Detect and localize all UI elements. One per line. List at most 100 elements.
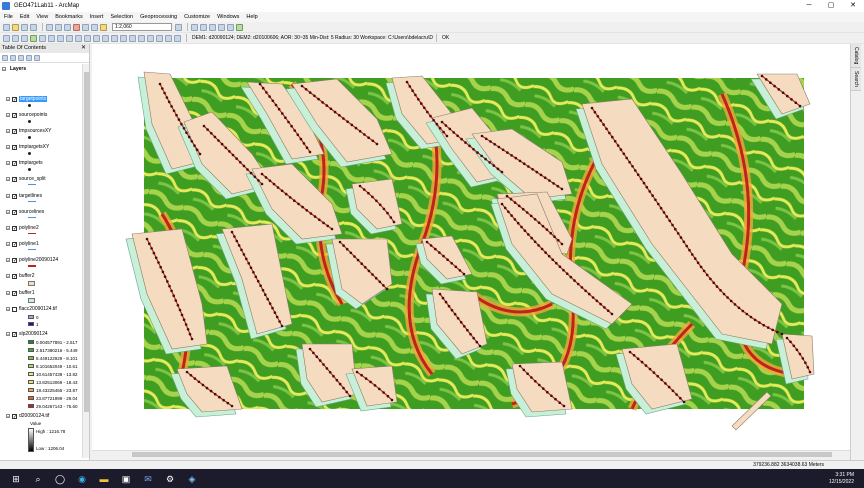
redo-icon[interactable] bbox=[91, 23, 98, 31]
layer-visibility-checkbox[interactable]: ✓ bbox=[12, 128, 17, 134]
find-icon[interactable] bbox=[138, 34, 145, 42]
toc-vertical-scrollbar[interactable] bbox=[82, 64, 89, 458]
search-window-icon[interactable] bbox=[218, 23, 225, 31]
model-builder-icon[interactable] bbox=[236, 23, 243, 31]
menu-windows[interactable]: Windows bbox=[217, 14, 239, 20]
menu-customize[interactable]: Customize bbox=[184, 14, 210, 20]
minimize-icon[interactable]: ─ bbox=[798, 0, 820, 12]
toc-layer-sourcelines[interactable]: ✓ sourcelines bbox=[12, 208, 44, 216]
toc-layer-polyline2[interactable]: ✓ polyline2 bbox=[12, 224, 39, 232]
zoom-in-icon[interactable] bbox=[3, 34, 10, 42]
back-extent-icon[interactable] bbox=[57, 34, 64, 42]
layer-visibility-checkbox[interactable]: ✓ bbox=[12, 273, 17, 279]
toc-layer-targetpoints[interactable]: ✓ targetpoints bbox=[12, 95, 48, 103]
ok-button[interactable]: OK bbox=[442, 35, 449, 41]
layer-visibility-checkbox[interactable]: ✓ bbox=[12, 193, 17, 199]
expand-layer-icon[interactable]: − bbox=[6, 242, 10, 247]
menu-file[interactable]: File bbox=[4, 14, 13, 20]
delete-icon[interactable] bbox=[73, 23, 80, 31]
expand-layer-icon[interactable]: − bbox=[6, 161, 10, 166]
toc-layer-sourcepoints[interactable]: ✓ sourcepoints bbox=[12, 111, 47, 119]
menu-insert[interactable]: Insert bbox=[90, 14, 104, 20]
search-icon[interactable]: ⌕ bbox=[32, 473, 44, 485]
expand-layer-icon[interactable]: − bbox=[6, 210, 10, 215]
layer-visibility-checkbox[interactable]: ✓ bbox=[12, 331, 17, 337]
map-canvas[interactable] bbox=[92, 44, 850, 450]
expand-layer-icon[interactable]: − bbox=[6, 414, 10, 419]
expand-layers-icon[interactable]: − bbox=[2, 67, 6, 72]
list-by-drawing-order-icon[interactable] bbox=[2, 54, 8, 61]
paste-icon[interactable] bbox=[64, 23, 71, 31]
menu-edit[interactable]: Edit bbox=[20, 14, 29, 20]
layer-visibility-checkbox[interactable]: ✓ bbox=[12, 413, 17, 419]
map-horizontal-scrollbar[interactable] bbox=[92, 450, 850, 458]
toc-layer-flacc20090124-tif[interactable]: flacc20090124.tif bbox=[12, 305, 57, 313]
layer-visibility-checkbox[interactable]: ✓ bbox=[12, 160, 17, 166]
full-extent-icon[interactable] bbox=[30, 34, 37, 42]
print-icon[interactable] bbox=[30, 23, 37, 31]
forward-extent-icon[interactable] bbox=[66, 34, 73, 42]
toc-layer-tmptargetsxy[interactable]: ✓ tmptargetsXY bbox=[12, 143, 49, 151]
expand-layer-icon[interactable]: − bbox=[6, 113, 10, 118]
fixed-zoom-out-icon[interactable] bbox=[48, 34, 55, 42]
python-window-icon[interactable] bbox=[227, 23, 234, 31]
toc-layer-slp20090124[interactable]: ✓ slp20090124 bbox=[12, 330, 48, 338]
layer-visibility-checkbox[interactable]: ✓ bbox=[12, 144, 17, 150]
task-view-icon[interactable]: ◯ bbox=[54, 473, 66, 485]
toc-layer-tmptargets[interactable]: ✓ tmptargets bbox=[12, 159, 43, 167]
find-route-icon[interactable] bbox=[147, 34, 154, 42]
pan-icon[interactable] bbox=[21, 34, 28, 42]
expand-layer-icon[interactable]: − bbox=[6, 129, 10, 134]
select-features-icon[interactable] bbox=[75, 34, 82, 42]
layer-visibility-checkbox[interactable]: ✓ bbox=[12, 209, 17, 215]
layer-visibility-checkbox[interactable]: ✓ bbox=[12, 176, 17, 182]
toc-layer-tmpsourcesxy[interactable]: ✓ tmpsourcesXY bbox=[12, 127, 52, 135]
search-tab[interactable]: Search bbox=[851, 68, 861, 92]
pin-icon[interactable]: ✕ bbox=[81, 44, 86, 53]
menu-view[interactable]: View bbox=[36, 14, 48, 20]
toc-window-icon[interactable] bbox=[200, 23, 207, 31]
edge-browser-icon[interactable]: ◉ bbox=[76, 473, 88, 485]
settings-icon[interactable]: ⚙ bbox=[164, 473, 176, 485]
map-view[interactable] bbox=[92, 44, 850, 450]
layer-visibility-checkbox[interactable]: ✓ bbox=[12, 96, 17, 102]
expand-layer-icon[interactable]: − bbox=[6, 274, 10, 279]
expand-layer-icon[interactable]: − bbox=[6, 194, 10, 199]
toc-layer-polyline1[interactable]: ✓ polyline1 bbox=[12, 240, 39, 248]
expand-layer-icon[interactable]: − bbox=[6, 258, 10, 263]
menu-geoprocessing[interactable]: Geoprocessing bbox=[140, 14, 177, 20]
maximize-icon[interactable]: ▢ bbox=[820, 0, 842, 12]
fixed-zoom-in-icon[interactable] bbox=[39, 34, 46, 42]
mail-icon[interactable]: ✉ bbox=[142, 473, 154, 485]
menu-bookmarks[interactable]: Bookmarks bbox=[55, 14, 83, 20]
toc-layer-polyline20090124[interactable]: ✓ polyline20090124 bbox=[12, 256, 58, 264]
toc-layer-buffer2[interactable]: ✓ buffer2 bbox=[12, 272, 34, 280]
layers-root[interactable]: Layers bbox=[10, 66, 26, 72]
expand-layer-icon[interactable]: − bbox=[6, 177, 10, 182]
list-by-source-icon[interactable] bbox=[10, 54, 16, 61]
new-document-icon[interactable] bbox=[3, 23, 10, 31]
list-by-visibility-icon[interactable] bbox=[18, 54, 24, 61]
file-explorer-icon[interactable]: ▬ bbox=[98, 473, 110, 485]
layer-visibility-checkbox[interactable]: ✓ bbox=[12, 241, 17, 247]
catalog-tab[interactable]: Catalog bbox=[851, 44, 861, 69]
toc-layer-buffer1[interactable]: ✓ buffer1 bbox=[12, 289, 34, 297]
arctoolbox-icon[interactable] bbox=[209, 23, 216, 31]
goto-xy-icon[interactable] bbox=[156, 34, 163, 42]
copy-icon[interactable] bbox=[55, 23, 62, 31]
toc-layer-source-split[interactable]: ✓ source_split bbox=[12, 175, 46, 183]
expand-layer-icon[interactable]: − bbox=[6, 226, 10, 231]
layer-visibility-checkbox[interactable]: ✓ bbox=[12, 112, 17, 118]
expand-layer-icon[interactable]: − bbox=[6, 145, 10, 150]
time-slider-icon[interactable] bbox=[165, 34, 172, 42]
layer-visibility-checkbox[interactable]: ✓ bbox=[12, 225, 17, 231]
add-data-icon[interactable] bbox=[100, 23, 107, 31]
expand-layer-icon[interactable]: − bbox=[6, 332, 10, 337]
toc-options-icon[interactable] bbox=[34, 54, 40, 61]
list-by-selection-icon[interactable] bbox=[26, 54, 32, 61]
arcmap-taskbar-icon[interactable]: ◈ bbox=[186, 473, 198, 485]
expand-layer-icon[interactable]: − bbox=[6, 307, 10, 312]
cut-icon[interactable] bbox=[46, 23, 53, 31]
layer-visibility-checkbox[interactable]: ✓ bbox=[12, 257, 17, 263]
toc-layer-targetlines[interactable]: ✓ targetlines bbox=[12, 192, 42, 200]
